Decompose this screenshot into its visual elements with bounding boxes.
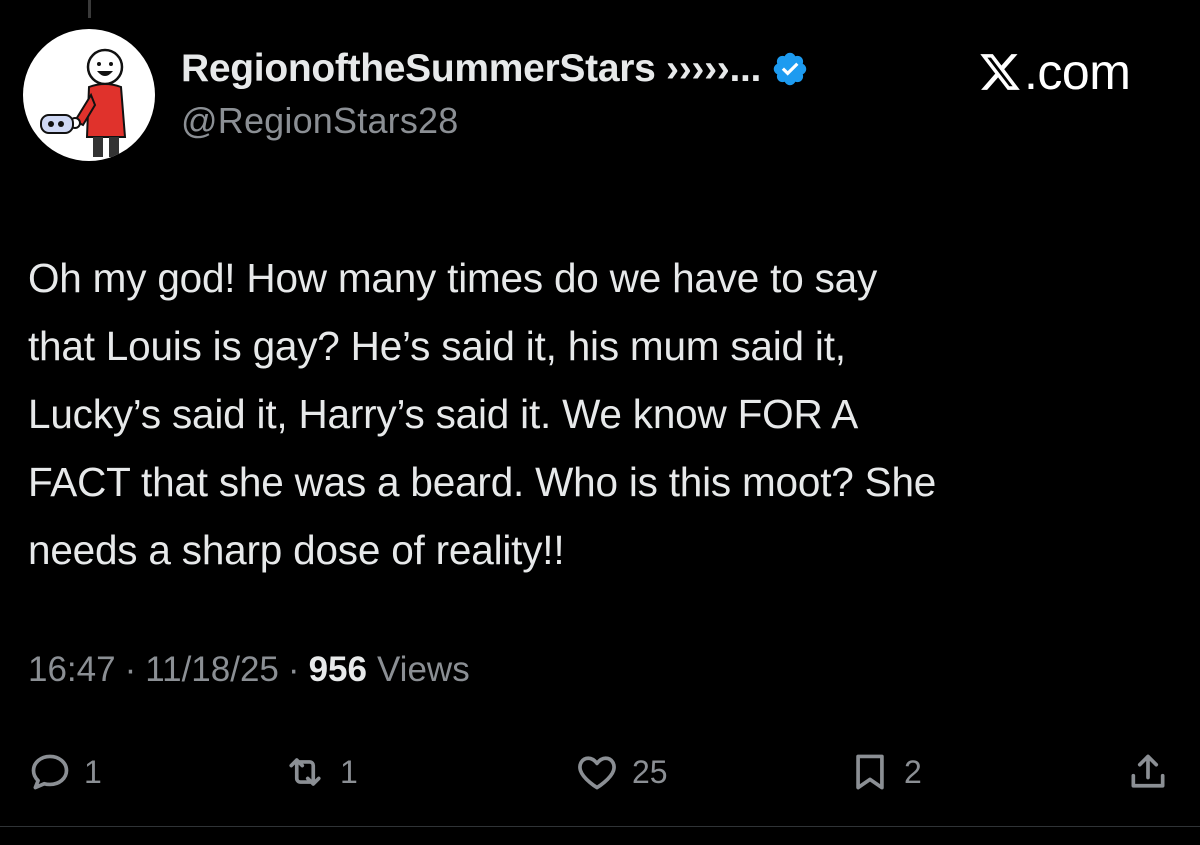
author-name-row: RegionoftheSummerStars ›››››... — [181, 44, 941, 94]
bookmark-button[interactable]: 2 — [848, 740, 922, 804]
tweet-body-text: Oh my god! How many times do we have to … — [28, 255, 937, 573]
like-icon — [578, 756, 616, 790]
share-button[interactable] — [1126, 740, 1170, 804]
meta-separator: · — [287, 650, 300, 689]
tweet-meta: 16:47 · 11/18/25 · 956 Views — [28, 650, 470, 690]
reply-button[interactable]: 1 — [28, 740, 102, 804]
views-label: Views — [376, 650, 470, 689]
like-count: 25 — [632, 753, 668, 790]
x-logo-icon — [980, 54, 1020, 90]
views-count: 956 — [308, 650, 367, 689]
bookmark-icon — [856, 754, 884, 790]
tweet-date[interactable]: 11/18/25 — [145, 650, 279, 690]
divider — [0, 826, 1200, 827]
reply-icon — [31, 754, 69, 790]
like-button[interactable]: 25 — [574, 740, 668, 804]
repost-count: 1 — [340, 753, 358, 790]
repost-button[interactable]: 1 — [282, 740, 358, 804]
avatar-illustration — [40, 48, 127, 157]
tweet-header: RegionoftheSummerStars ›››››... @RegionS… — [181, 44, 941, 142]
site-brand-text: .com — [1024, 44, 1131, 100]
tweet-time[interactable]: 16:47 — [28, 650, 116, 690]
thread-connector-line — [88, 0, 91, 18]
author-handle[interactable]: @RegionStars28 — [181, 100, 941, 142]
reply-count: 1 — [84, 753, 102, 790]
verified-badge-icon[interactable] — [771, 50, 809, 88]
author-display-name[interactable]: RegionoftheSummerStars ›››››... — [181, 47, 761, 91]
bookmark-count: 2 — [904, 753, 922, 790]
meta-separator: · — [124, 650, 137, 689]
avatar[interactable] — [23, 29, 155, 161]
repost-icon — [289, 758, 321, 786]
site-brand: .com — [978, 44, 1131, 100]
tweet-actions-bar: 1 1 25 2 — [28, 740, 1178, 804]
share-icon — [1131, 754, 1165, 788]
